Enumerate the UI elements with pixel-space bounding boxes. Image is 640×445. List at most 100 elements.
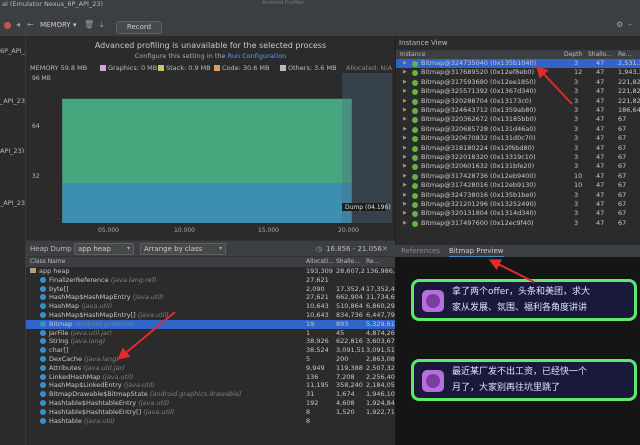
expand-arrow-icon[interactable]: ▶: [403, 209, 407, 218]
back-icon[interactable]: ◂: [16, 20, 20, 30]
table-row[interactable]: char[] 38,524 3,091,51 3,091,51: [26, 346, 395, 355]
tab-references[interactable]: References: [401, 247, 440, 255]
device-label[interactable]: API_23): [0, 147, 24, 155]
instance-row[interactable]: ▶ Bitmap@317689520 (0x12ef8eb0) 12 47 1,943,…: [396, 68, 640, 77]
table-row[interactable]: Hashtable$HashtableEntry (java.util) 192 4…: [26, 399, 395, 408]
instance-name: Bitmap@324643712 (0x1359ab80): [421, 106, 537, 114]
retained-cell: 221,827: [618, 87, 640, 96]
expand-arrow-icon[interactable]: ▶: [403, 68, 407, 77]
instance-row[interactable]: ▶ Bitmap@321201296 (0x13252490) 3 47 67: [396, 200, 640, 209]
table-row[interactable]: HashMap$HashMapEntry[] (java.util) 10,643…: [26, 311, 395, 320]
expand-arrow-icon[interactable]: ▶: [403, 144, 407, 153]
instance-row[interactable]: ▶ Bitmap@322018320 (0x13319c10) 3 47 67: [396, 153, 640, 162]
instance-row[interactable]: ▶ Bitmap@325571392 (0x1367d340) 3 47 221,827: [396, 87, 640, 96]
run-configuration-link[interactable]: Run Configuration: [228, 52, 287, 60]
shallow-cell: 622,816: [336, 337, 363, 346]
instance-name: Bitmap@317689520 (0x12ef8eb0): [421, 68, 535, 77]
arrange-select-value: Arrange by class: [144, 245, 203, 253]
instance-row[interactable]: ▶ Bitmap@317593680 (0x12ee1850) 3 47 221,827: [396, 78, 640, 87]
table-row[interactable]: String (java.lang) 38,926 622,816 3,603,67: [26, 337, 395, 346]
table-row[interactable]: FinalizerReference (java.lang.ref) 27,621: [26, 276, 395, 285]
class-icon: [40, 382, 46, 389]
table-row[interactable]: Bitmap (android.graphics) 19 893 5,329,61: [26, 319, 395, 329]
table-row[interactable]: Attributes (java.util.jar) 9,949 119,388 2,…: [26, 364, 395, 373]
expand-arrow-icon[interactable]: ▶: [403, 78, 407, 87]
minimize-icon[interactable]: –: [628, 20, 632, 30]
record-button[interactable]: Record: [116, 21, 162, 34]
table-row[interactable]: LinkedHashMap (java.util) 136 7,208 2,256,4…: [26, 373, 395, 382]
memory-chart[interactable]: Dump (04.196): [30, 73, 392, 223]
expand-arrow-icon[interactable]: ▶: [403, 97, 407, 106]
expand-arrow-icon[interactable]: ▶: [403, 191, 407, 200]
dump-tag-label: Dump (04.196): [345, 204, 391, 211]
close-icon[interactable]: ✕: [382, 244, 388, 254]
expand-arrow-icon[interactable]: ▶: [403, 200, 407, 209]
expand-arrow-icon[interactable]: ▶: [403, 87, 407, 96]
col-shallow[interactable]: Shallo...: [336, 258, 360, 265]
table-row[interactable]: byte[] 2,090 17,352,4 17,352,4: [26, 285, 395, 294]
table-row[interactable]: HashMap (java.util) 10,643 510,864 6,860,29: [26, 302, 395, 311]
table-row[interactable]: HashMap$HashMapEntry (java.util) 27,621 66…: [26, 293, 395, 302]
table-row[interactable]: BitmapDrawable$BitmapState (android.grap…: [26, 390, 395, 399]
instance-row[interactable]: ▶ Bitmap@317497600 (0x12ec9f40) 3 47 67: [396, 219, 640, 228]
depth-cell: 3: [574, 200, 579, 208]
col-instance[interactable]: Instance: [400, 51, 426, 58]
instance-dot-icon: [412, 202, 418, 208]
table-row[interactable]: app heap 193,30928,607,2136,986,1: [26, 267, 395, 276]
device-label[interactable]: _API_23): [0, 97, 28, 105]
expand-arrow-icon[interactable]: ▶: [403, 153, 407, 162]
instance-row[interactable]: ▶ Bitmap@320685728 (0x131d46a0) 3 47 67: [396, 125, 640, 134]
legend-others: Others: 3.6 MB: [280, 64, 337, 72]
expand-arrow-icon[interactable]: ▶: [403, 219, 407, 228]
memory-dropdown[interactable]: MEMORY ▾: [40, 21, 76, 29]
col-allocations[interactable]: Allocati...: [306, 258, 334, 265]
arrange-select[interactable]: Arrange by class ▾: [140, 243, 226, 255]
table-row[interactable]: JarFile (java.util.jar) 1 45 4,874,26: [26, 329, 395, 338]
col-retained[interactable]: Re...: [366, 258, 379, 265]
instance-row[interactable]: ▶ Bitmap@324643712 (0x1359ab80) 3 47 186,647: [396, 106, 640, 115]
allocations-cell: 193,309: [306, 267, 333, 275]
record-dot-icon[interactable]: [4, 22, 11, 29]
col-retained[interactable]: Re...: [618, 51, 631, 58]
table-row[interactable]: Hashtable (java.util) 8: [26, 417, 395, 426]
expand-arrow-icon[interactable]: ▶: [403, 172, 407, 181]
gear-icon[interactable]: ⚙: [616, 20, 623, 30]
shallow-cell: 200: [336, 355, 349, 363]
x-tick-label: 05.000: [98, 227, 119, 234]
device-label[interactable]: _API_23): [0, 199, 28, 207]
expand-arrow-icon[interactable]: ▶: [403, 181, 407, 190]
instance-row[interactable]: ▶ Bitmap@320288704 (0x13173c0) 3 47 221,827: [396, 97, 640, 106]
graphics-swatch: [100, 65, 106, 71]
table-row[interactable]: HashMap$LinkedEntry (java.util) 11,195 358…: [26, 381, 395, 390]
shallow-cell: 1,520: [336, 407, 355, 416]
legend-memory: MEMORY 59.8 MB: [30, 64, 88, 72]
col-depth[interactable]: Depth: [564, 51, 582, 58]
instance-row[interactable]: ▶ Bitmap@317428016 (0x12eb9130) 10 47 67: [396, 181, 640, 190]
instance-row[interactable]: ▶ Bitmap@320670832 (0x131d0c70) 3 47 67: [396, 134, 640, 143]
col-shallow[interactable]: Shallo...: [588, 51, 612, 58]
retained-cell: 67: [618, 115, 627, 124]
expand-arrow-icon[interactable]: ▶: [403, 162, 407, 171]
instance-row[interactable]: ▶ Bitmap@324738016 (0x135b1be0) 3 47 67: [396, 191, 640, 200]
expand-arrow-icon[interactable]: ▶: [403, 59, 407, 68]
col-class-name[interactable]: Class Name: [30, 258, 65, 265]
heap-select[interactable]: app heap ▾: [74, 243, 134, 255]
expand-arrow-icon[interactable]: ▶: [403, 125, 407, 134]
gc-trash-icon[interactable]: 🗑: [84, 20, 94, 30]
folder-icon: [30, 268, 36, 273]
table-row[interactable]: Hashtable$HashtableEntry[] (java.util) 8 1…: [26, 408, 395, 417]
class-icon: [40, 408, 46, 415]
expand-arrow-icon[interactable]: ▶: [403, 134, 407, 143]
instance-row[interactable]: ▶ Bitmap@317428736 (0x12eb9400) 10 47 67: [396, 172, 640, 181]
expand-arrow-icon[interactable]: ▶: [403, 115, 407, 124]
back-arrow-icon[interactable]: ←: [27, 20, 34, 30]
table-row[interactable]: DexCache (java.lang) 5 200 2,863,08: [26, 355, 395, 364]
instance-row[interactable]: ▶ Bitmap@320601632 (0x131bfe20) 3 47 67: [396, 162, 640, 171]
instance-row[interactable]: ▶ Bitmap@320362672 (0x13185bb0) 3 47 67: [396, 115, 640, 124]
instance-row[interactable]: ▶ Bitmap@318180224 (0x12f6bd80) 3 47 67: [396, 144, 640, 153]
instance-row[interactable]: ▶ Bitmap@320131804 (0x1314d340) 3 47 67: [396, 209, 640, 218]
class-name: Hashtable$HashtableEntry: [49, 399, 137, 407]
heap-dump-icon[interactable]: ⤓: [100, 20, 104, 30]
expand-arrow-icon[interactable]: ▶: [403, 106, 407, 115]
instance-row[interactable]: ▶ Bitmap@324735040 (0x135b1040) 3 47 2,531,3…: [396, 59, 640, 69]
